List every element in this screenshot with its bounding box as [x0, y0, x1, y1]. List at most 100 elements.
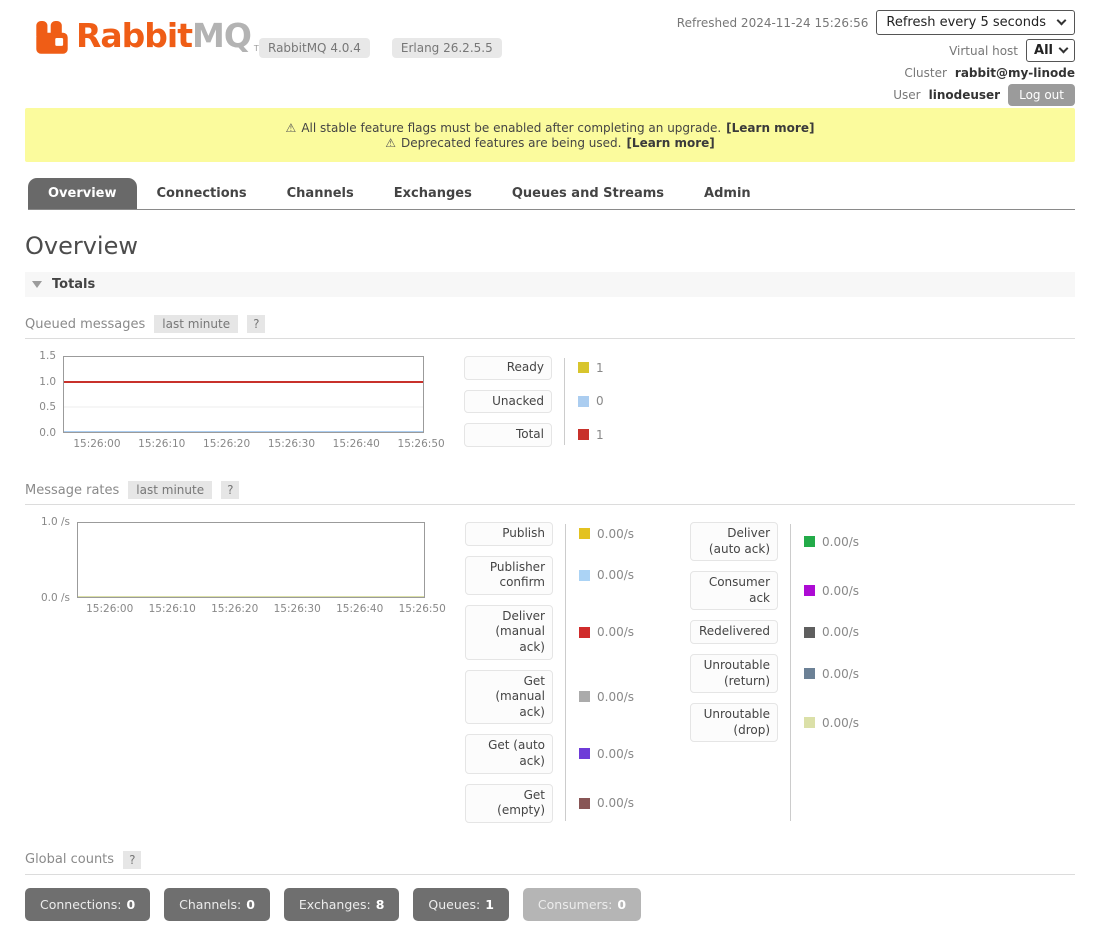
learn-more-link[interactable]: [Learn more]: [626, 136, 714, 150]
tab-connections[interactable]: Connections: [137, 178, 267, 209]
y-axis-ticks: 1.51.00.50.0: [25, 356, 63, 433]
help-icon[interactable]: ?: [221, 481, 239, 499]
legend-label-get-auto-ack: Get (auto ack): [465, 734, 553, 773]
cluster-name: rabbit@my-linode: [955, 66, 1075, 80]
count-value: 8: [376, 897, 385, 912]
page-title: Overview: [25, 232, 1075, 260]
help-icon[interactable]: ?: [247, 315, 265, 333]
count-label: Connections:: [40, 897, 121, 912]
count-value: 0: [617, 897, 626, 912]
legend-value-publisher-confirm: 0.00/s: [553, 568, 634, 582]
global-counts-buttons: Connections:0Channels:0Exchanges:8Queues…: [25, 888, 1075, 931]
legend-swatch-icon: [804, 536, 815, 547]
legend-row-unacked: Unacked0: [464, 390, 604, 414]
legend-row-redelivered: Redelivered 0.00/s: [690, 620, 859, 644]
legend-swatch-icon: [579, 691, 590, 702]
count-button-consumers[interactable]: Consumers:0: [523, 888, 641, 921]
header-controls: Refreshed 2024-11-24 15:26:56 Refresh ev…: [677, 10, 1075, 106]
legend-swatch-icon: [579, 798, 590, 809]
legend-value-text: 0.00/s: [822, 716, 859, 730]
legend-row-unroutable-return: Unroutable (return)0.00/s: [690, 654, 859, 693]
legend-value-text: 0.00/s: [822, 667, 859, 681]
x-tick-label: 15:26:50: [399, 603, 446, 615]
count-button-connections[interactable]: Connections:0: [25, 888, 150, 921]
collapse-arrow-icon: [32, 281, 42, 288]
queued-messages-legend: Ready1Unacked0Total1: [464, 356, 604, 447]
legend-value-publish: 0.00/s: [553, 527, 634, 541]
y-tick-label: 1.5: [39, 350, 56, 362]
legend-value-text: 1: [596, 361, 604, 375]
help-icon[interactable]: ?: [123, 851, 141, 869]
legend-row-publish: Publish0.00/s: [465, 522, 634, 546]
message-rates-section: Message rates last minute ? 1.0 /s0.0 /s…: [25, 481, 1075, 823]
global-counts-header: Global counts ?: [25, 851, 1075, 875]
tab-admin[interactable]: Admin: [684, 178, 771, 209]
legend-swatch-icon: [804, 585, 815, 596]
section-title-text: Message rates: [25, 483, 119, 498]
legend-value-text: 1: [596, 428, 604, 442]
section-title-text: Global counts: [25, 852, 114, 867]
legend-value-consumer-ack: 0.00/s: [778, 584, 859, 598]
message-rates-chart: 1.0 /s0.0 /s 15:26:0015:26:1015:26:2015:…: [25, 522, 425, 618]
count-value: 1: [485, 897, 494, 912]
y-axis-ticks: 1.0 /s0.0 /s: [25, 522, 77, 598]
section-title-text: Queued messages: [25, 317, 145, 332]
time-range-badge[interactable]: last minute: [128, 481, 212, 499]
brand-text-rabbit: Rabbit: [76, 18, 192, 54]
time-range-badge[interactable]: last minute: [154, 315, 238, 333]
legend-value-get-empty: 0.00/s: [553, 796, 634, 810]
legend-row-publisher-confirm: Publisher confirm0.00/s: [465, 556, 634, 595]
legend-column: Ready1Unacked0Total1: [464, 356, 604, 447]
chevron-down-icon: [1059, 44, 1069, 54]
legend-label-publisher-confirm: Publisher confirm: [465, 556, 553, 595]
virtual-host-select[interactable]: All: [1026, 39, 1075, 62]
count-button-queues[interactable]: Queues:1: [413, 888, 509, 921]
legend-label-deliver-manual-ack: Deliver (manual ack): [465, 605, 553, 660]
x-tick-label: 15:26:10: [138, 438, 185, 450]
queued-messages-section: Queued messages last minute ? 1.51.00.50…: [25, 315, 1075, 453]
legend-value-get-manual-ack: 0.00/s: [553, 690, 634, 704]
tab-channels[interactable]: Channels: [267, 178, 374, 209]
legend-label-redelivered: Redelivered: [690, 620, 778, 644]
x-tick-label: 15:26:40: [333, 438, 380, 450]
refresh-interval-select[interactable]: Refresh every 5 seconds: [876, 10, 1075, 35]
x-tick-label: 15:26:30: [274, 603, 321, 615]
plot-area: [63, 356, 424, 433]
message-rates-header: Message rates last minute ?: [25, 481, 1075, 505]
legend-value-total: 1: [552, 428, 604, 442]
tab-exchanges[interactable]: Exchanges: [374, 178, 492, 209]
legend-value-text: 0: [596, 394, 604, 408]
rabbitmq-logo[interactable]: RabbitMQ TM: [35, 18, 268, 55]
y-tick-label: 0.0 /s: [41, 592, 70, 604]
legend-label-unroutable-drop: Unroutable (drop): [690, 703, 778, 742]
legend-value-text: 0.00/s: [597, 747, 634, 761]
header: RabbitMQ TM RabbitMQ 4.0.4 Erlang 26.2.5…: [0, 0, 1094, 106]
logout-button[interactable]: Log out: [1008, 84, 1075, 106]
legend-swatch-icon: [578, 362, 589, 373]
brand-text-mq: MQ: [192, 18, 251, 54]
legend-row-ready: Ready1: [464, 356, 604, 380]
plot-area: [77, 522, 425, 598]
legend-label-get-manual-ack: Get (manual ack): [465, 670, 553, 725]
user-label: User: [893, 88, 920, 102]
virtual-host-label: Virtual host: [949, 44, 1018, 58]
x-axis-ticks: 15:26:0015:26:1015:26:2015:26:3015:26:40…: [77, 603, 425, 618]
tab-queues-and-streams[interactable]: Queues and Streams: [492, 178, 684, 209]
legend-value-text: 0.00/s: [822, 584, 859, 598]
legend-value-unroutable-drop: 0.00/s: [778, 716, 859, 730]
legend-row-get-manual-ack: Get (manual ack)0.00/s: [465, 670, 634, 725]
user-name: linodeuser: [929, 88, 1000, 102]
legend-value-text: 0.00/s: [822, 625, 859, 639]
tab-overview[interactable]: Overview: [28, 178, 137, 209]
totals-section-header[interactable]: Totals: [25, 272, 1075, 297]
legend-label-get-empty: Get (empty): [465, 784, 553, 823]
learn-more-link[interactable]: [Learn more]: [726, 121, 814, 135]
count-button-channels[interactable]: Channels:0: [164, 888, 270, 921]
count-button-exchanges[interactable]: Exchanges: 8: [284, 888, 400, 921]
legend-swatch-icon: [579, 570, 590, 581]
count-label: Exchanges:: [299, 897, 371, 912]
legend-column: Deliver (auto ack)0.00/sConsumer ack0.00…: [690, 522, 859, 823]
legend-value-text: 0.00/s: [597, 625, 634, 639]
legend-row-deliver-auto-ack: Deliver (auto ack)0.00/s: [690, 522, 859, 561]
x-tick-label: 15:26:00: [73, 438, 120, 450]
